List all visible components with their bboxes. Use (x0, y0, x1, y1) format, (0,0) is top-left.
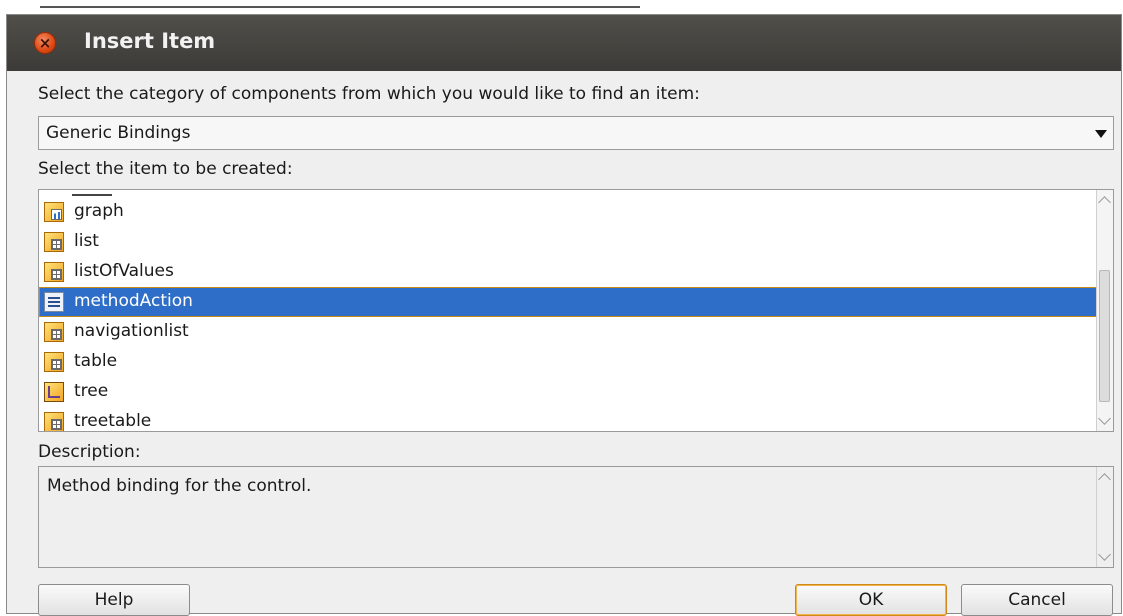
chevron-down-icon[interactable] (1095, 130, 1107, 138)
list-item-label: graph (74, 201, 124, 221)
list-item-label: table (74, 351, 118, 371)
scroll-down-icon[interactable] (1098, 412, 1111, 425)
list-item[interactable]: listOfValues (39, 257, 1097, 287)
cancel-button[interactable]: Cancel (961, 584, 1113, 616)
navigation-list-icon (44, 322, 64, 342)
list-item[interactable]: tree (39, 377, 1097, 407)
list-item[interactable]: treetable (39, 407, 1097, 431)
list-item-label: list (74, 231, 99, 251)
close-icon[interactable]: × (34, 32, 56, 54)
list-item-label: tree (74, 381, 109, 401)
tree-icon (44, 382, 64, 402)
list-item[interactable]: graph (39, 197, 1097, 227)
list-item-label: methodAction (74, 291, 193, 311)
description-text: Method binding for the control. (47, 476, 312, 496)
scrollbar-thumb[interactable] (1099, 270, 1110, 402)
dialog-title: Insert Item (84, 29, 216, 53)
title-bar: × Insert Item (7, 15, 1121, 71)
description-label: Description: (38, 442, 141, 462)
description-scrollbar[interactable] (1096, 467, 1113, 567)
help-button[interactable]: Help (38, 584, 190, 616)
item-list[interactable]: graph list listOfValues methodAction nav… (38, 189, 1114, 432)
graph-icon (44, 202, 64, 222)
table-icon (44, 352, 64, 372)
background-window-strip (0, 0, 1123, 14)
clipped-list-item (72, 190, 112, 196)
item-list-scrollbar[interactable] (1096, 190, 1113, 431)
list-item[interactable]: list (39, 227, 1097, 257)
list-binding-icon (44, 232, 64, 252)
list-item-selected[interactable]: methodAction (39, 287, 1097, 317)
category-selected-value: Generic Bindings (46, 123, 191, 143)
tree-table-icon (44, 412, 64, 431)
scroll-up-icon[interactable] (1098, 473, 1111, 486)
insert-item-dialog: × Insert Item Select the category of com… (6, 14, 1122, 616)
list-item[interactable]: navigationlist (39, 317, 1097, 347)
ok-button[interactable]: OK (795, 584, 947, 616)
scroll-down-icon[interactable] (1098, 548, 1111, 561)
list-item-label: navigationlist (74, 321, 189, 341)
description-box: Method binding for the control. (38, 466, 1114, 568)
list-item-label: treetable (74, 411, 152, 431)
category-label: Select the category of components from w… (38, 84, 700, 104)
scroll-up-icon[interactable] (1098, 196, 1111, 209)
item-list-label: Select the item to be created: (38, 159, 293, 179)
list-of-values-icon (44, 262, 64, 282)
list-item-label: listOfValues (74, 261, 174, 281)
category-select[interactable]: Generic Bindings (38, 116, 1114, 150)
method-action-icon (44, 292, 64, 312)
list-item[interactable]: table (39, 347, 1097, 377)
